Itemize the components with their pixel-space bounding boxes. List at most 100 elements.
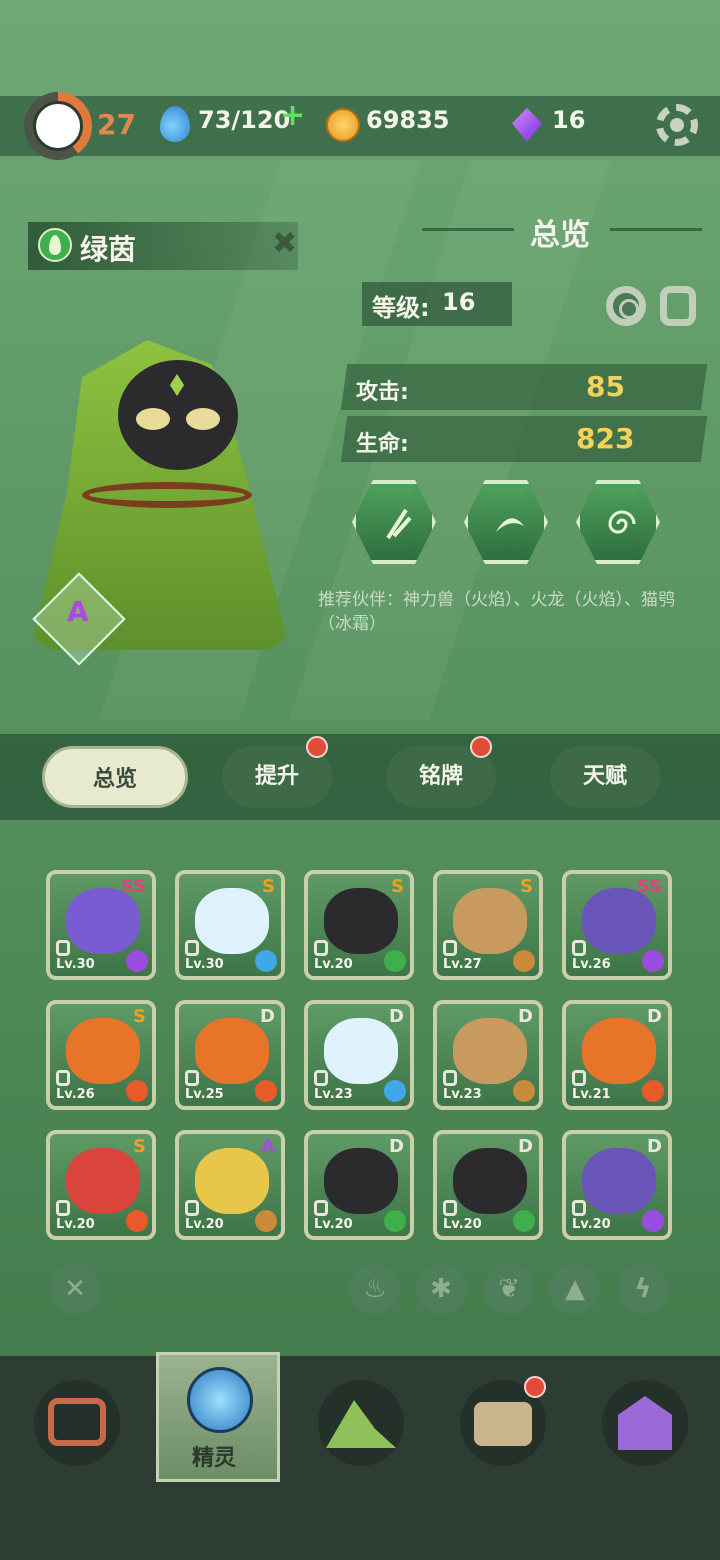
- creature-portrait: [324, 1018, 398, 1084]
- creature-card[interactable]: A Lv.20: [175, 1130, 285, 1240]
- lock-icon: [314, 940, 328, 956]
- hp-label: 生命:: [356, 432, 409, 457]
- close-icon[interactable]: ✖: [272, 226, 297, 261]
- creature-card[interactable]: D Lv.20: [562, 1130, 672, 1240]
- console-glyph: [48, 1398, 106, 1446]
- player-level: 27: [97, 108, 136, 141]
- creature-level: Lv.21: [572, 1087, 611, 1102]
- view-icon[interactable]: [606, 286, 646, 326]
- creature-rank: D: [647, 1136, 662, 1157]
- creature-portrait: [66, 1148, 140, 1214]
- gem-value: 16: [552, 106, 586, 134]
- nav-location-icon[interactable]: [602, 1380, 688, 1466]
- grass-element-icon: [384, 1210, 406, 1232]
- lightning-filter-icon[interactable]: ϟ: [618, 1264, 668, 1314]
- water-drop-icon: [160, 106, 190, 142]
- add-energy-plus-icon[interactable]: +: [280, 98, 305, 133]
- creature-portrait: [582, 1148, 656, 1214]
- settings-gear-icon[interactable]: [656, 104, 698, 146]
- rank-letter: A: [66, 594, 89, 628]
- coin-icon: [326, 108, 360, 142]
- creature-card[interactable]: D Lv.21: [562, 1000, 672, 1110]
- skill-swirl-icon[interactable]: [576, 480, 660, 564]
- location-glyph: [618, 1396, 672, 1450]
- lock-icon: [314, 1200, 328, 1216]
- level-value: 16: [442, 288, 476, 316]
- creature-card[interactable]: D Lv.23: [304, 1000, 414, 1110]
- creature-level: Lv.20: [314, 957, 353, 972]
- character-name: 绿茵: [80, 233, 137, 266]
- hp-value: 823: [576, 422, 635, 455]
- creature-level: Lv.26: [572, 957, 611, 972]
- nav-map-mountain-icon[interactable]: [318, 1380, 404, 1466]
- creature-card[interactable]: D Lv.20: [433, 1130, 543, 1240]
- creature-portrait: [324, 888, 398, 954]
- creature-card[interactable]: S Lv.30: [175, 870, 285, 980]
- creature-portrait: [195, 888, 269, 954]
- creature-card[interactable]: SS Lv.30: [46, 870, 156, 980]
- creature-portrait: [453, 1148, 527, 1214]
- lock-icon: [443, 1070, 457, 1086]
- creature-card[interactable]: D Lv.25: [175, 1000, 285, 1110]
- swirl-glyph: [608, 510, 636, 534]
- creature-card[interactable]: D Lv.23: [433, 1000, 543, 1110]
- creature-card[interactable]: S Lv.20: [304, 870, 414, 980]
- lock-icon: [572, 1070, 586, 1086]
- lock-icon: [443, 940, 457, 956]
- lock-icon: [314, 1070, 328, 1086]
- tab-overview[interactable]: 总览: [42, 746, 188, 808]
- creature-card[interactable]: S Lv.27: [433, 870, 543, 980]
- creature-rank: A: [261, 1136, 275, 1157]
- creature-rank: SS: [636, 876, 662, 897]
- lock-icon: [185, 940, 199, 956]
- character-eye: [136, 408, 170, 430]
- creature-level: Lv.26: [56, 1087, 95, 1102]
- lock-icon: [185, 1200, 199, 1216]
- leaf-glyph: [496, 518, 524, 532]
- grass-element-icon: [38, 228, 72, 262]
- grass-element-icon: [384, 950, 406, 972]
- creature-portrait: [195, 1018, 269, 1084]
- clear-filter-icon[interactable]: ✕: [50, 1264, 100, 1314]
- notification-dot: [524, 1376, 546, 1398]
- lock-icon: [56, 1200, 70, 1216]
- nav-spirits-label: 精灵: [192, 1446, 237, 1471]
- creature-rank: S: [391, 876, 404, 897]
- creature-portrait: [66, 1018, 140, 1084]
- ice-filter-icon[interactable]: ✱: [416, 1264, 466, 1314]
- creature-card[interactable]: SS Lv.26: [562, 870, 672, 980]
- grass-filter-icon[interactable]: ❦: [484, 1264, 534, 1314]
- player-avatar[interactable]: [24, 92, 92, 160]
- character-eye: [186, 408, 220, 430]
- creature-portrait: [324, 1148, 398, 1214]
- earth-element-icon: [255, 1210, 277, 1232]
- notification-dot: [470, 736, 492, 758]
- earth-filter-icon[interactable]: ▲: [550, 1264, 600, 1314]
- bamboo-glyph: [386, 508, 412, 540]
- grass-element-icon: [513, 1210, 535, 1232]
- creature-level: Lv.30: [185, 957, 224, 972]
- lock-icon: [572, 1200, 586, 1216]
- lock-toggle-icon[interactable]: [660, 286, 696, 326]
- creature-portrait: [453, 1018, 527, 1084]
- fire-filter-icon[interactable]: ♨: [350, 1264, 400, 1314]
- creature-rank: D: [518, 1006, 533, 1027]
- mountain-glyph: [326, 1400, 396, 1448]
- creature-level: Lv.20: [314, 1217, 353, 1232]
- creature-level: Lv.20: [56, 1217, 95, 1232]
- creature-rank: D: [260, 1006, 275, 1027]
- creature-portrait: [582, 888, 656, 954]
- creature-card[interactable]: S Lv.26: [46, 1000, 156, 1110]
- chest-glyph: [474, 1402, 532, 1446]
- creature-rank: SS: [120, 876, 146, 897]
- creature-card[interactable]: D Lv.20: [304, 1130, 414, 1240]
- creature-level: Lv.20: [443, 1217, 482, 1232]
- tab-talent[interactable]: 天赋: [550, 746, 660, 808]
- creature-rank: S: [520, 876, 533, 897]
- fire-element-icon: [126, 1210, 148, 1232]
- creature-level: Lv.27: [443, 957, 482, 972]
- creature-card[interactable]: S Lv.20: [46, 1130, 156, 1240]
- nav-home-icon[interactable]: [34, 1380, 120, 1466]
- creature-rank: D: [518, 1136, 533, 1157]
- lock-icon: [56, 940, 70, 956]
